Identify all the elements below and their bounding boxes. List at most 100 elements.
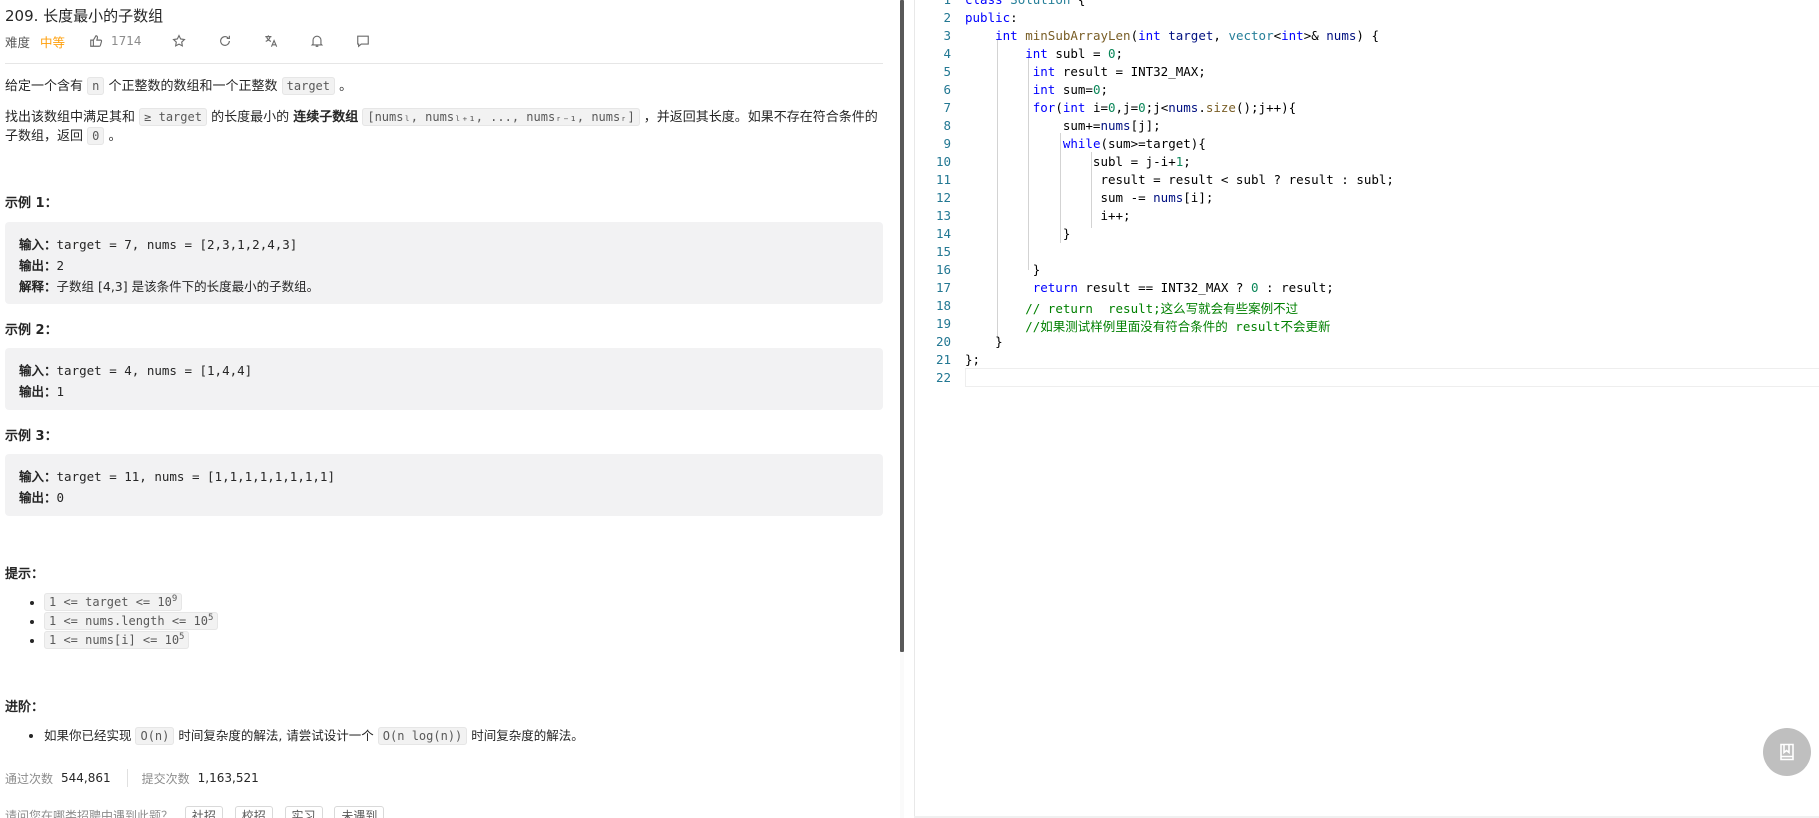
- bookmark-icon: [1780, 743, 1794, 761]
- code-line: //如果测试样例里面没有符合条件的 result不会更新: [1025, 319, 1331, 334]
- line-number: 16: [935, 262, 951, 277]
- line-number: 10: [935, 154, 951, 169]
- problem-meta-bar: 难度 中等 1714: [5, 31, 400, 51]
- desc-text: 子数组，返回: [5, 129, 88, 144]
- translate-icon[interactable]: [262, 32, 280, 50]
- floating-action-button[interactable]: [1763, 728, 1811, 776]
- input-label: 输入：: [19, 363, 57, 378]
- survey-text: 请问您在哪类招聘中遇到此题？: [5, 809, 174, 818]
- line-number: 19: [935, 316, 951, 331]
- survey-tag[interactable]: 未遇到: [334, 806, 385, 818]
- inline-code: 0: [87, 127, 105, 145]
- output-label: 输出：: [19, 384, 57, 399]
- example-2-heading: 示例 2：: [5, 323, 58, 338]
- line-number: 2: [943, 10, 951, 25]
- line-number: 21: [935, 352, 951, 367]
- difficulty-badge: 中等: [40, 34, 66, 50]
- input-label: 输入：: [19, 237, 57, 252]
- line-number: 3: [943, 28, 951, 43]
- output-label: 输出：: [19, 490, 57, 505]
- advanced-list: 如果你已经实现 O(n) 时间复杂度的解法, 请尝试设计一个 O(n log(n…: [28, 726, 584, 745]
- current-line-highlight: [965, 368, 1819, 387]
- inline-code: target: [281, 77, 335, 95]
- line-number: 15: [935, 244, 951, 259]
- line-number: 11: [935, 172, 951, 187]
- code-line: subl = j-i+1;: [965, 154, 1191, 169]
- likes-count: 1714: [111, 34, 142, 48]
- thumbs-up-icon[interactable]: [87, 32, 105, 50]
- desc-bold: 连续子数组: [293, 110, 359, 125]
- code-line: class Solution {: [965, 0, 1085, 7]
- line-number: 20: [935, 334, 951, 349]
- desc-text: 的长度最小的: [206, 110, 294, 125]
- bell-icon[interactable]: [308, 32, 326, 50]
- example-1-heading: 示例 1：: [5, 196, 58, 211]
- code-editor[interactable]: 12345678910111213141516171819202122 clas…: [914, 0, 1819, 818]
- survey-row: 请问您在哪类招聘中遇到此题？ 社招 校招 实习 未遇到: [5, 806, 385, 818]
- inline-code: n: [87, 77, 105, 95]
- code-line: for(int i=0,j=0;j<nums.size();j++){: [1032, 100, 1297, 115]
- example-input: target = 11, nums = [1,1,1,1,1,1,1,1]: [56, 469, 335, 484]
- code-line: };: [965, 352, 981, 367]
- description-paragraph-2: 找出该数组中满足其和 ≥ target 的长度最小的 连续子数组 [numsₗ,…: [5, 108, 885, 146]
- code-line: while(sum>=target){: [1062, 136, 1206, 151]
- problem-title: 209. 长度最小的子数组: [5, 7, 164, 25]
- example-input: target = 4, nums = [1,4,4]: [56, 363, 253, 378]
- explain-label: 解释：: [19, 279, 57, 294]
- example-3-heading: 示例 3：: [5, 429, 58, 444]
- line-number: 22: [935, 370, 951, 385]
- line-number: 9: [943, 136, 951, 151]
- code-line: public:: [965, 10, 1018, 25]
- example-output: 0: [56, 490, 65, 505]
- example-3-block: 输入：target = 11, nums = [1,1,1,1,1,1,1,1]…: [5, 454, 883, 516]
- inline-code: [numsₗ, numsₗ₊₁, ..., numsᵣ₋₁, numsᵣ]: [362, 108, 640, 126]
- accepted-count: 544,861: [61, 771, 111, 785]
- survey-tag[interactable]: 实习: [284, 806, 323, 818]
- stats-separator: [126, 769, 128, 787]
- desc-text: 找出该数组中满足其和: [5, 110, 140, 125]
- output-label: 输出：: [19, 258, 57, 273]
- code-line: int result = INT32_MAX;: [1032, 64, 1206, 79]
- code-line: int subl = 0;: [1025, 46, 1124, 61]
- hint-item: 1 <= nums.length <= 105: [44, 609, 219, 630]
- panel-resizer[interactable]: ········: [904, 0, 1814, 818]
- difficulty-label: 难度: [5, 34, 31, 50]
- code-line: }: [965, 262, 1041, 277]
- refresh-icon[interactable]: [216, 32, 234, 50]
- desc-text: 。: [104, 129, 122, 144]
- advanced-item: 如果你已经实现 O(n) 时间复杂度的解法, 请尝试设计一个 O(n log(n…: [44, 726, 584, 745]
- submission-stats: 通过次数 544,861 提交次数 1,163,521: [5, 769, 259, 787]
- code-line: result = result < subl ? result : subl;: [965, 172, 1394, 187]
- desc-text: 给定一个含有: [5, 79, 88, 94]
- example-1-block: 输入：target = 7, nums = [2,3,1,2,4,3] 输出：2…: [5, 222, 883, 304]
- hints-heading: 提示：: [5, 567, 45, 582]
- description-paragraph-1: 给定一个含有 n 个正整数的数组和一个正整数 target 。: [5, 77, 352, 96]
- code-line: sum -= nums[i];: [965, 190, 1214, 205]
- survey-tag[interactable]: 社招: [184, 806, 223, 818]
- advanced-heading: 进阶：: [5, 700, 45, 715]
- survey-tag[interactable]: 校招: [234, 806, 273, 818]
- desc-text: ，并返回其长度。如果不存在符合条件的: [639, 110, 878, 125]
- hints-list: 1 <= target <= 109 1 <= nums.length <= 1…: [28, 590, 219, 649]
- star-icon[interactable]: [170, 32, 188, 50]
- example-2-block: 输入：target = 4, nums = [1,4,4] 输出：1: [5, 348, 883, 410]
- line-number: 18: [935, 298, 951, 313]
- example-input: target = 7, nums = [2,3,1,2,4,3]: [56, 237, 298, 252]
- line-number: 5: [943, 64, 951, 79]
- line-number: 17: [935, 280, 951, 295]
- code-line: int minSubArrayLen(int target, vector<in…: [995, 28, 1379, 43]
- line-number: 1: [915, 0, 951, 7]
- line-number: 8: [943, 118, 951, 133]
- code-line: sum+=nums[j];: [965, 118, 1161, 133]
- example-explanation: 子数组 [4,3] 是该条件下的长度最小的子数组。: [56, 279, 320, 294]
- line-number: 4: [943, 46, 951, 61]
- example-output: 1: [56, 384, 65, 399]
- meta-divider: [5, 63, 883, 64]
- code-line: }: [965, 226, 1071, 241]
- comment-icon[interactable]: [354, 32, 372, 50]
- accepted-label: 通过次数: [5, 771, 54, 786]
- example-output: 2: [56, 258, 65, 273]
- line-number: 13: [935, 208, 951, 223]
